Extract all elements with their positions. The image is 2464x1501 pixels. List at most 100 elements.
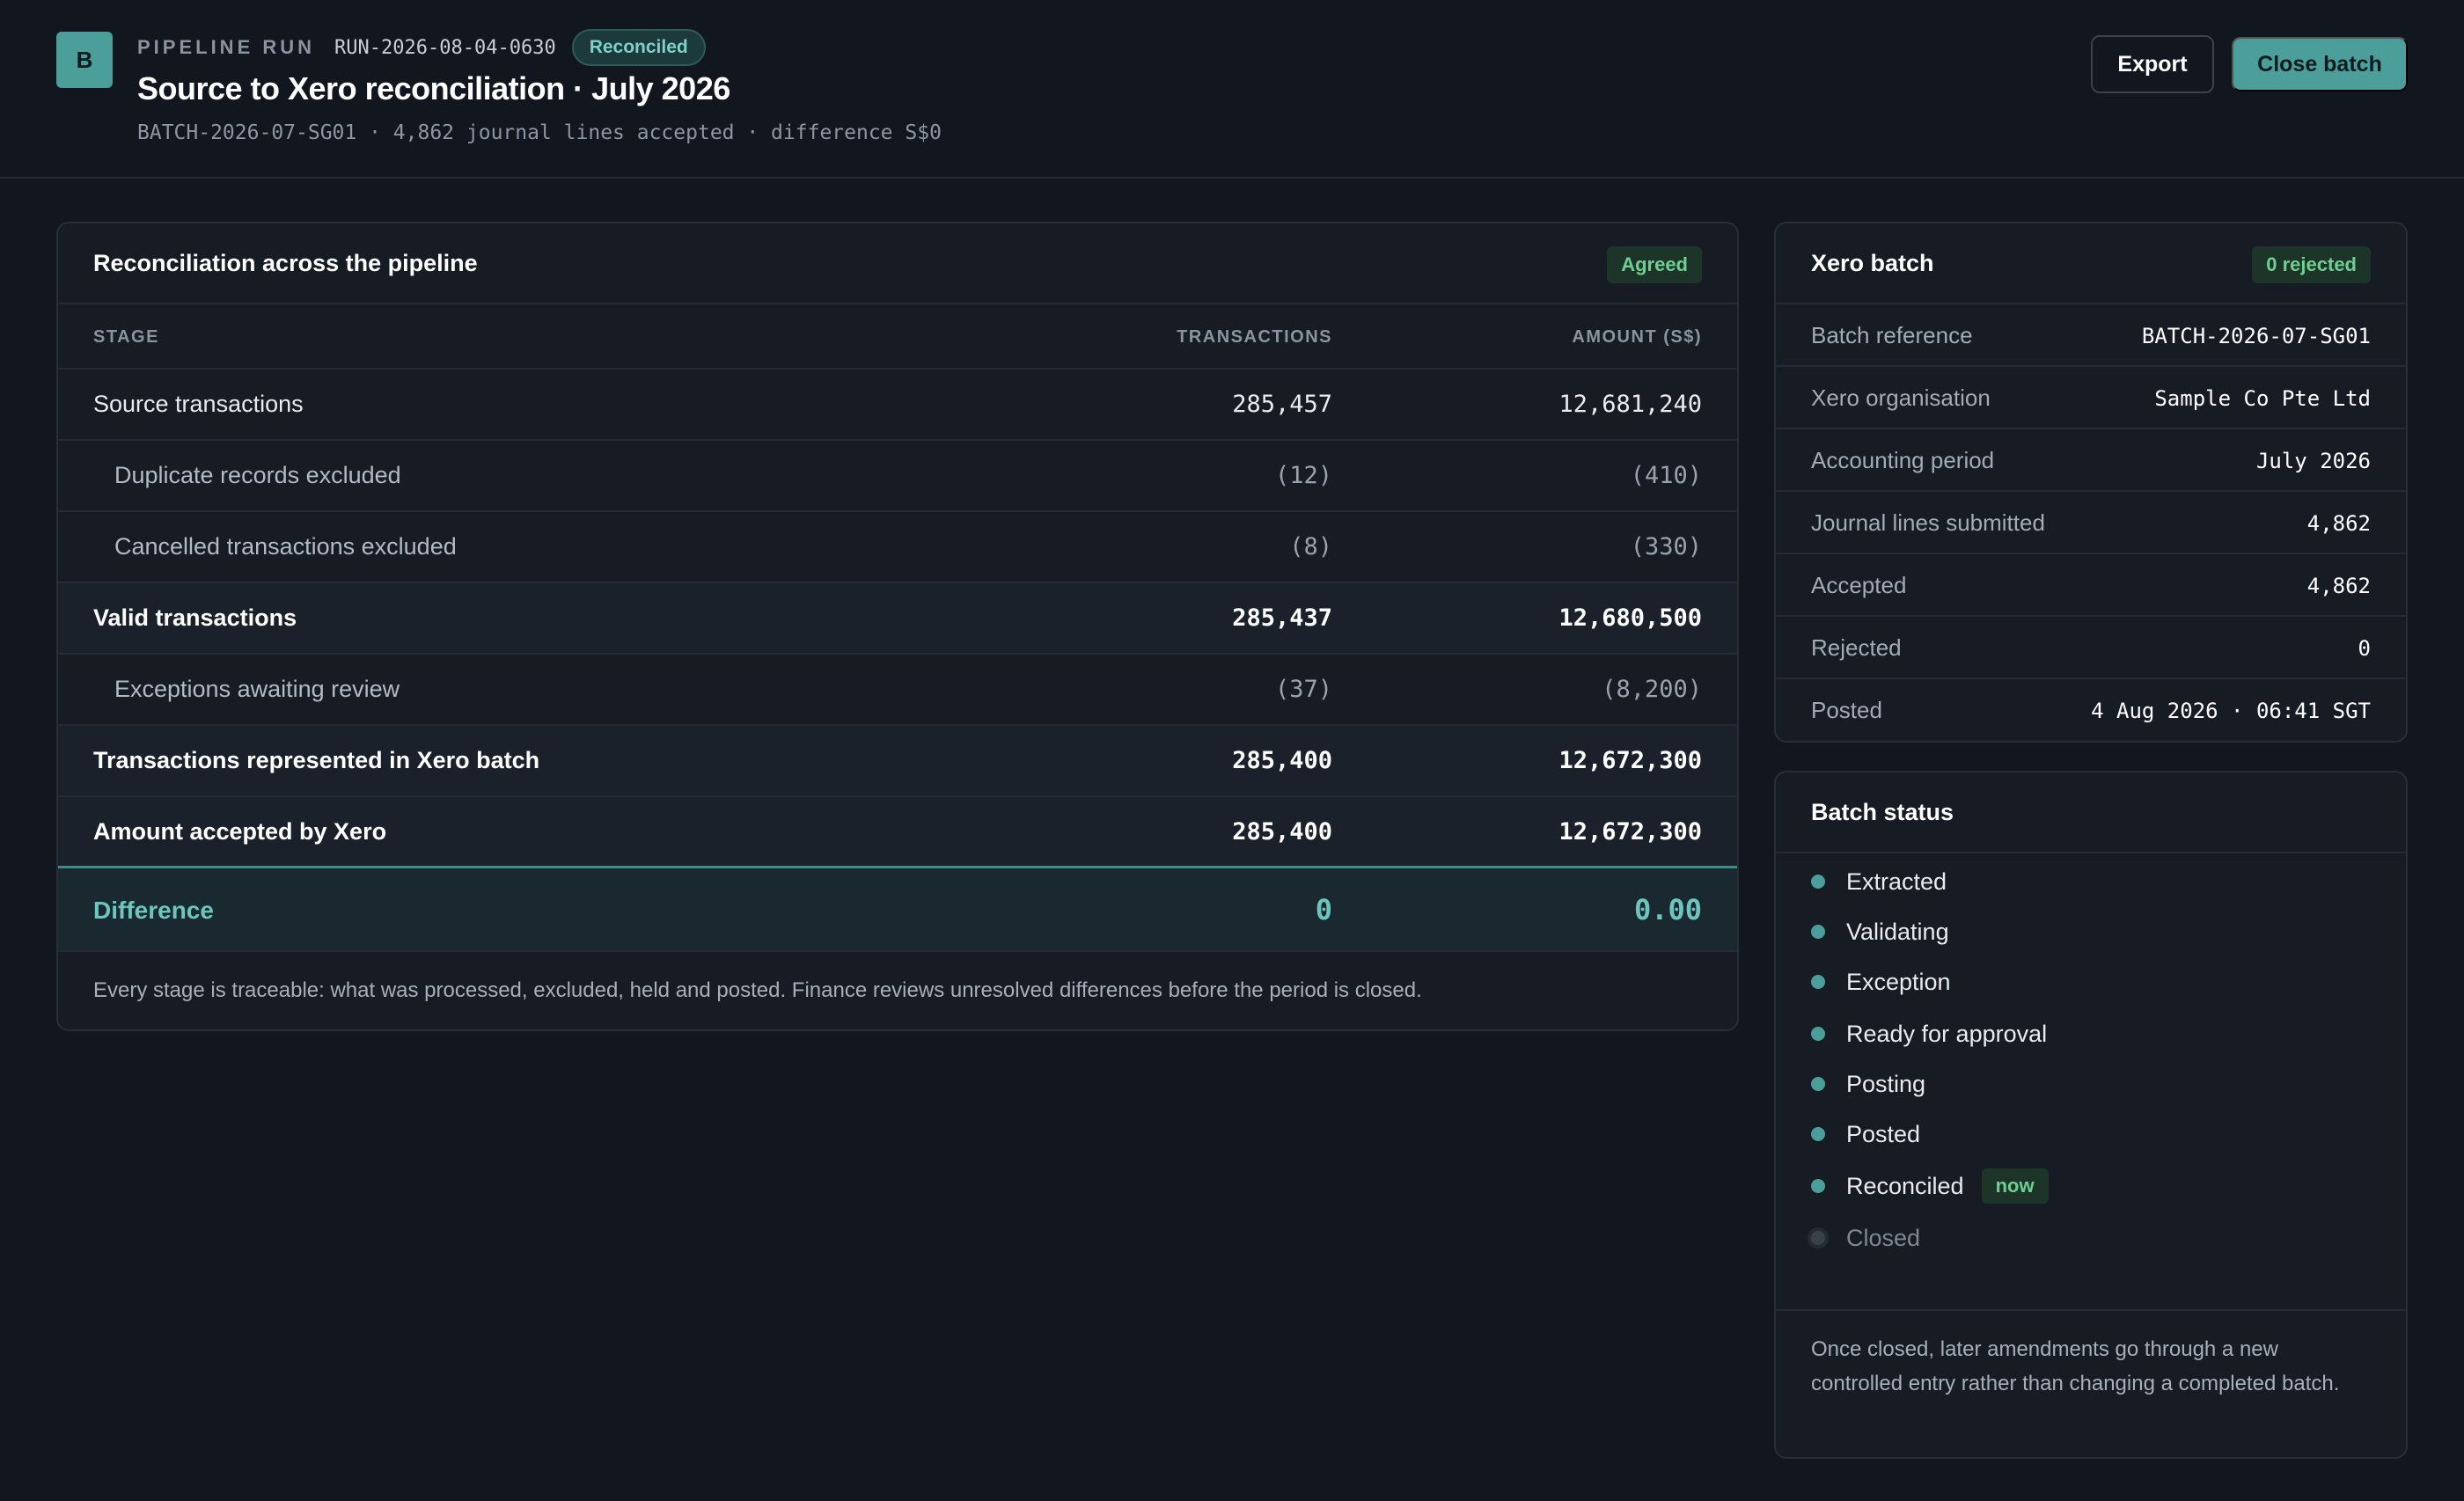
batch-status-panel: Batch status Extracted Validating Except… [1774, 771, 2408, 1459]
row-label: Valid transactions [93, 604, 297, 631]
run-meta: PIPELINE RUN RUN-2026-08-04-0630 Reconci… [137, 29, 706, 66]
agreed-badge: Agreed [1607, 246, 1702, 283]
step-label: Exception [1846, 968, 1951, 995]
detail-value: BATCH-2026-07-SG01 [2141, 324, 2371, 348]
rejected-count-badge: 0 rejected [2252, 246, 2371, 283]
current-step-badge: now [1981, 1168, 2049, 1204]
step-label: Closed [1846, 1224, 1921, 1251]
table-row: Exceptions awaiting review (37) (8,200) [58, 655, 1737, 726]
complete-dot-icon [1811, 975, 1825, 989]
row-amount: 12,672,300 [1558, 818, 1702, 846]
detail-row: Accepted 4,862 [1776, 554, 2406, 617]
detail-key: Journal lines submitted [1811, 509, 2045, 536]
xero-batch-panel: Xero batch 0 rejected Batch reference BA… [1774, 222, 2408, 743]
complete-dot-icon [1811, 1027, 1825, 1041]
table-row: Cancelled transactions excluded (8) (330… [58, 512, 1737, 583]
table-row: Amount accepted by Xero 285,400 12,672,3… [58, 797, 1737, 868]
table-row: Transactions represented in Xero batch 2… [58, 726, 1737, 797]
row-transactions: 285,400 [1232, 818, 1332, 846]
row-label: Duplicate records excluded [114, 462, 401, 488]
detail-key: Accepted [1811, 572, 1907, 598]
detail-row: Journal lines submitted 4,862 [1776, 492, 2406, 554]
status-step-current: Reconciled now [1811, 1168, 2049, 1204]
row-amount: 12,681,240 [1558, 391, 1702, 418]
reconciliation-panel: Reconciliation across the pipeline Agree… [56, 222, 1739, 1031]
app-logo: B [56, 32, 113, 88]
status-step: Validating [1811, 914, 1949, 949]
detail-value: 4 Aug 2026 · 06:41 SGT [2091, 699, 2371, 723]
row-label: Transactions represented in Xero batch [93, 747, 540, 773]
row-transactions: 285,457 [1232, 391, 1332, 418]
reconciliation-header: Reconciliation across the pipeline Agree… [58, 223, 1737, 304]
step-label: Extracted [1846, 868, 1947, 895]
row-amount: (410) [1630, 462, 1702, 489]
row-label: Source transactions [93, 391, 304, 417]
detail-value: 4,862 [2306, 574, 2371, 598]
step-label: Reconciled [1846, 1172, 1964, 1199]
difference-label: Difference [93, 897, 214, 924]
table-row: Source transactions 285,457 12,681,240 [58, 370, 1737, 441]
complete-dot-icon [1811, 1179, 1825, 1193]
table-header: STAGE TRANSACTIONS AMOUNT (S$) [58, 304, 1737, 370]
difference-amount: 0.00 [1633, 893, 1702, 926]
row-label: Cancelled transactions excluded [114, 533, 457, 560]
complete-dot-icon [1811, 875, 1825, 889]
row-label: Exceptions awaiting review [114, 676, 400, 702]
detail-value: 0 [2358, 636, 2371, 661]
reconciliation-title: Reconciliation across the pipeline [93, 250, 478, 276]
batch-status-title: Batch status [1811, 799, 1954, 825]
batch-status-note: Once closed, later amendments go through… [1811, 1337, 2340, 1395]
status-step: Ready for approval [1811, 1016, 2047, 1051]
detail-key: Accounting period [1811, 447, 1995, 473]
step-label: Ready for approval [1846, 1020, 2048, 1047]
row-transactions: (8) [1289, 533, 1332, 560]
column-header-amount: AMOUNT (S$) [1572, 327, 1702, 347]
detail-key: Rejected [1811, 634, 1902, 661]
row-transactions: (12) [1274, 462, 1332, 489]
close-batch-button[interactable]: Close batch [2232, 37, 2408, 92]
status-step: Exception [1811, 964, 1951, 999]
row-transactions: 285,400 [1232, 747, 1332, 774]
row-transactions: (37) [1274, 676, 1332, 703]
eyebrow-label: PIPELINE RUN [137, 36, 316, 58]
table-row: Duplicate records excluded (12) (410) [58, 441, 1737, 512]
difference-transactions: 0 [1315, 893, 1332, 926]
divider [1776, 1309, 2406, 1311]
detail-key: Batch reference [1811, 322, 1973, 348]
step-label: Posted [1846, 1120, 1921, 1147]
difference-row: Difference 0 0.00 [58, 866, 1737, 952]
status-step: Posted [1811, 1117, 1920, 1152]
column-header-transactions: TRANSACTIONS [1177, 327, 1332, 347]
row-amount: (330) [1630, 533, 1702, 560]
row-amount: 12,680,500 [1558, 604, 1702, 632]
complete-dot-icon [1811, 925, 1825, 939]
status-step: Extracted [1811, 864, 1947, 899]
batch-status-header: Batch status [1776, 772, 2406, 853]
page-subtitle: BATCH-2026-07-SG01 · 4,862 journal lines… [137, 121, 942, 144]
status-step: Posting [1811, 1066, 1925, 1102]
xero-batch-title: Xero batch [1811, 250, 1934, 276]
detail-row: Rejected 0 [1776, 617, 2406, 679]
detail-value: July 2026 [2255, 449, 2371, 473]
complete-dot-icon [1811, 1077, 1825, 1091]
row-amount: (8,200) [1602, 676, 1702, 703]
table-row: Valid transactions 285,437 12,680,500 [58, 583, 1737, 655]
row-amount: 12,672,300 [1558, 747, 1702, 774]
xero-batch-header: Xero batch 0 rejected [1776, 223, 2406, 304]
detail-row: Xero organisation Sample Co Pte Ltd [1776, 367, 2406, 429]
page-header: B PIPELINE RUN RUN-2026-08-04-0630 Recon… [0, 0, 2464, 179]
page-title: Source to Xero reconciliation · July 202… [137, 70, 730, 106]
status-pill: Reconciled [571, 29, 706, 66]
detail-row: Accounting period July 2026 [1776, 429, 2406, 492]
step-label: Posting [1846, 1070, 1926, 1097]
run-id: RUN-2026-08-04-0630 [334, 36, 556, 59]
step-label: Validating [1846, 918, 1949, 945]
detail-key: Xero organisation [1811, 384, 1991, 411]
complete-dot-icon [1811, 1127, 1825, 1141]
export-button[interactable]: Export [2091, 35, 2214, 93]
reconciliation-note: Every stage is traceable: what was proce… [93, 978, 1422, 1002]
column-header-stage: STAGE [93, 327, 159, 347]
row-label: Amount accepted by Xero [93, 818, 387, 845]
detail-value: Sample Co Pte Ltd [2154, 386, 2371, 411]
detail-row: Batch reference BATCH-2026-07-SG01 [1776, 304, 2406, 367]
